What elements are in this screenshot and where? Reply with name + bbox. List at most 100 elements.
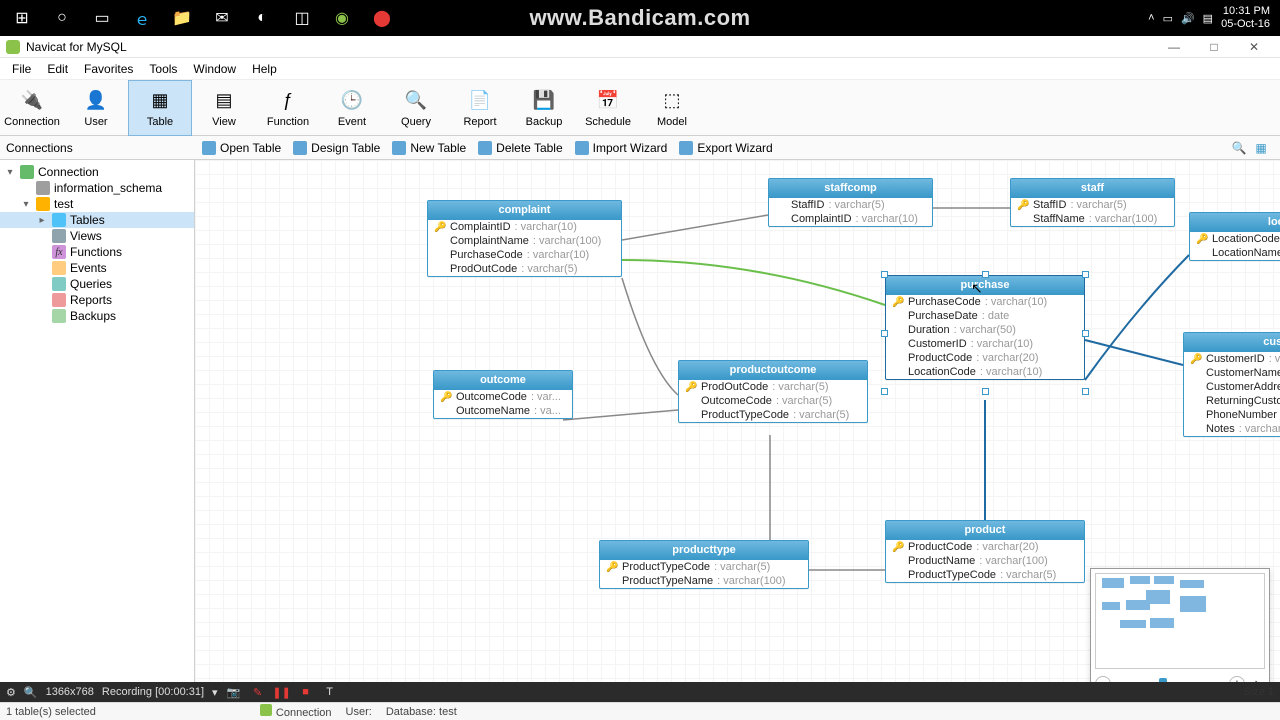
entity-staffcomp[interactable]: staffcompStaffID : varchar(5)ComplaintID… [768, 178, 933, 227]
overlay-camera-icon[interactable]: 📷 [226, 684, 242, 700]
menu-edit[interactable]: Edit [39, 60, 76, 78]
toolbar-user[interactable]: 👤User [64, 80, 128, 136]
table-icon: ▦ [147, 88, 173, 114]
cortana-icon[interactable]: ○ [44, 0, 80, 36]
chrome-icon[interactable]: ◐ [244, 0, 280, 36]
entity-column: PurchaseDate : date [886, 309, 1084, 323]
entity-column: 🔑ProdOutCode : varchar(5) [679, 380, 867, 394]
connection-tree[interactable]: ▾Connectioninformation_schema▾test▸Table… [0, 160, 195, 720]
entity-location[interactable]: location🔑LocationCode : varchar(10)Locat… [1189, 212, 1280, 261]
subbar-import-wizard[interactable]: Import Wizard [569, 141, 674, 155]
entity-outcome[interactable]: outcome🔑OutcomeCode : var...OutcomeName … [433, 370, 573, 419]
overlay-dropdown-icon[interactable]: ▾ [212, 686, 218, 699]
selection-handle[interactable] [881, 388, 888, 395]
minimap[interactable]: − + › [1090, 568, 1270, 698]
taskbar-clock[interactable]: 10:31 PM 05-Oct-16 [1221, 5, 1270, 31]
selection-handle[interactable] [1082, 271, 1089, 278]
model-canvas[interactable]: complaint🔑ComplaintID : varchar(10)Compl… [195, 160, 1280, 720]
toolbar-schedule[interactable]: 📅Schedule [576, 80, 640, 136]
app-icon [6, 40, 20, 54]
entity-header: staff [1011, 179, 1174, 198]
schedule-icon: 📅 [595, 88, 621, 114]
tree-backups[interactable]: Backups [0, 308, 194, 324]
tree-tables[interactable]: ▸Tables [0, 212, 194, 228]
subbar-open-table[interactable]: Open Table [196, 141, 287, 155]
menu-help[interactable]: Help [244, 60, 285, 78]
tree-queries[interactable]: Queries [0, 276, 194, 292]
search-icon[interactable]: 🔍 [1230, 139, 1248, 157]
tree-connection[interactable]: ▾Connection [0, 164, 194, 180]
selection-handle[interactable] [982, 388, 989, 395]
close-button[interactable]: ✕ [1234, 36, 1274, 58]
entity-header: productoutcome [679, 361, 867, 380]
grid-icon[interactable]: ▦ [1252, 139, 1270, 157]
tree-views[interactable]: Views [0, 228, 194, 244]
entity-purchase[interactable]: purchase🔑PurchaseCode : varchar(10)Purch… [885, 275, 1085, 380]
minimize-button[interactable]: — [1154, 36, 1194, 58]
entity-column: OutcomeName : va... [434, 404, 572, 418]
selection-handle[interactable] [1082, 330, 1089, 337]
tree-events[interactable]: Events [0, 260, 194, 276]
tree-queries-icon [52, 277, 66, 291]
entity-column: LocationName : varchar(50) [1190, 246, 1280, 260]
taskview-icon[interactable]: ▭ [84, 0, 120, 36]
toolbar-connection[interactable]: 🔌Connection [0, 80, 64, 136]
tree-connection-icon [20, 165, 34, 179]
toolbar-event[interactable]: 🕒Event [320, 80, 384, 136]
subbar-new-table[interactable]: New Table [386, 141, 472, 155]
menu-tools[interactable]: Tools [141, 60, 185, 78]
selection-handle[interactable] [881, 271, 888, 278]
tree-test[interactable]: ▾test [0, 196, 194, 212]
toolbar-model[interactable]: ⬚Model [640, 80, 704, 136]
tree-reports-icon [52, 293, 66, 307]
selection-handle[interactable] [1082, 388, 1089, 395]
subbar-delete-table[interactable]: Delete Table [472, 141, 569, 155]
status-db: Database: test [386, 706, 457, 718]
tray-action-icon[interactable]: ▤ [1203, 12, 1213, 25]
toolbar-view[interactable]: ▤View [192, 80, 256, 136]
edge-icon[interactable]: ｅ [124, 0, 160, 36]
overlay-pause-icon[interactable]: ❚❚ [274, 684, 290, 700]
tree-functions[interactable]: fxFunctions [0, 244, 194, 260]
tree-information-schema-icon [36, 181, 50, 195]
overlay-stop-icon[interactable]: ■ [298, 684, 314, 700]
start-icon[interactable]: ⊞ [4, 0, 40, 36]
menu-window[interactable]: Window [185, 60, 244, 78]
toolbar-backup[interactable]: 💾Backup [512, 80, 576, 136]
tray-volume-icon[interactable]: 🔊 [1181, 12, 1195, 25]
toolbar-table[interactable]: ▦Table [128, 80, 192, 136]
selection-handle[interactable] [982, 271, 989, 278]
entity-customer[interactable]: customer🔑CustomerID : varchar(10)Custome… [1183, 332, 1280, 437]
entity-staff[interactable]: staff🔑StaffID : varchar(5)StaffName : va… [1010, 178, 1175, 227]
overlay-pencil-icon[interactable]: ✎ [250, 684, 266, 700]
tray-up-icon[interactable]: ˄ [1148, 12, 1154, 24]
entity-column: Duration : varchar(50) [886, 323, 1084, 337]
subbar-design-table[interactable]: Design Table [287, 141, 386, 155]
entity-complaint[interactable]: complaint🔑ComplaintID : varchar(10)Compl… [427, 200, 622, 277]
entity-product[interactable]: product🔑ProductCode : varchar(20)Product… [885, 520, 1085, 583]
mail-icon[interactable]: ✉ [204, 0, 240, 36]
entity-header: outcome [434, 371, 572, 390]
tree-information-schema[interactable]: information_schema [0, 180, 194, 196]
explorer-icon[interactable]: 📁 [164, 0, 200, 36]
entity-column: ProductCode : varchar(20) [886, 351, 1084, 365]
overlay-search-icon[interactable]: 🔍 [24, 686, 38, 699]
toolbar-function[interactable]: ƒFunction [256, 80, 320, 136]
entity-producttype[interactable]: producttype🔑ProductTypeCode : varchar(5)… [599, 540, 809, 589]
bandicam-icon[interactable]: ⬤ [364, 0, 400, 36]
subbar-export-wizard[interactable]: Export Wizard [673, 141, 778, 155]
navicat-icon[interactable]: ◉ [324, 0, 360, 36]
selection-handle[interactable] [881, 330, 888, 337]
overlay-settings-icon[interactable]: ⚙ [6, 686, 16, 699]
toolbar-report[interactable]: 📄Report [448, 80, 512, 136]
overlay-text-icon[interactable]: T [322, 684, 338, 700]
menu-file[interactable]: File [4, 60, 39, 78]
menu-favorites[interactable]: Favorites [76, 60, 141, 78]
tree-reports[interactable]: Reports [0, 292, 194, 308]
toolbar-query[interactable]: 🔍Query [384, 80, 448, 136]
tray-battery-icon[interactable]: ▭ [1163, 12, 1173, 25]
store-icon[interactable]: ◫ [284, 0, 320, 36]
entity-productoutcome[interactable]: productoutcome🔑ProdOutCode : varchar(5)O… [678, 360, 868, 423]
maximize-button[interactable]: □ [1194, 36, 1234, 58]
entity-column: 🔑StaffID : varchar(5) [1011, 198, 1174, 212]
